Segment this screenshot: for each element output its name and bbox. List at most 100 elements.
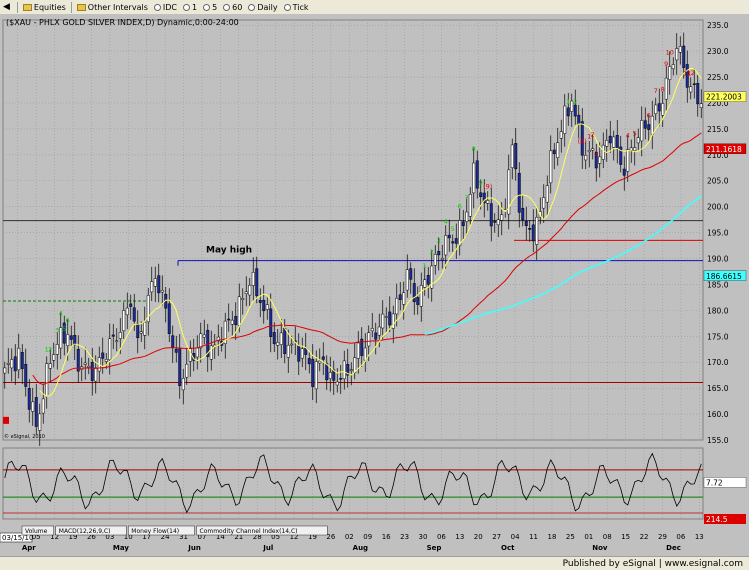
candle-body <box>395 297 399 315</box>
y-tick-label: 180.0 <box>707 306 729 315</box>
y-tick-label: 200.0 <box>707 203 729 212</box>
sequence-label: 5 <box>633 130 637 138</box>
candle-body <box>370 328 374 332</box>
start-date-label: 03/15/10 <box>2 534 33 542</box>
y-tick-label: 225.0 <box>707 73 729 82</box>
candle-body <box>24 363 28 387</box>
candle-body <box>269 308 273 337</box>
candle-body <box>381 313 385 329</box>
sequence-label: 7 <box>654 87 658 95</box>
candle-body <box>664 77 668 100</box>
candle-body <box>510 144 514 168</box>
candle-body <box>174 348 178 353</box>
interval-tick[interactable]: Tick <box>281 0 312 14</box>
x-month-label: Apr <box>22 544 36 552</box>
candle-body <box>178 347 182 387</box>
candle-body <box>647 124 651 130</box>
candle-body <box>283 328 287 354</box>
candle-body <box>640 120 644 142</box>
candle-body <box>675 48 679 61</box>
x-day-tick: 15 <box>621 533 630 541</box>
x-day-tick: 06 <box>437 533 446 541</box>
candle-body <box>528 228 532 230</box>
interval-daily[interactable]: Daily <box>245 0 280 14</box>
other-intervals-menu[interactable]: Other Intervals <box>74 0 151 14</box>
candle-body <box>3 367 7 374</box>
x-day-tick: 11 <box>529 533 538 541</box>
sequence-label: 2 <box>48 346 52 354</box>
y-tick-label: 215.0 <box>707 125 729 134</box>
symbol-arrow-icon[interactable]: ◀ <box>0 0 15 14</box>
sequence-label: (9) <box>578 137 587 145</box>
candle-body <box>31 401 35 412</box>
candle-body <box>643 120 647 129</box>
y-tick-label: 230.0 <box>707 47 729 56</box>
price-chart-svg[interactable]: 2905121926031017243107142128051219260209… <box>0 14 749 556</box>
candle-body <box>363 347 367 361</box>
x-day-tick: 18 <box>547 533 556 541</box>
candle-body <box>325 363 329 381</box>
price-panel <box>2 19 704 441</box>
candle-body <box>132 307 136 322</box>
candle-body <box>328 372 332 379</box>
interval-idc[interactable]: IDC <box>151 0 180 14</box>
y-tick-label: 165.0 <box>707 384 729 393</box>
candle-body <box>388 311 392 326</box>
candle-body <box>300 348 304 359</box>
candle-body <box>321 356 325 360</box>
candle-body <box>311 359 315 387</box>
candle-body <box>489 203 493 227</box>
equities-menu[interactable]: Equities <box>20 0 69 14</box>
candle-body <box>255 268 259 296</box>
candle-body <box>682 45 686 68</box>
sequence-label: 2 <box>591 131 595 139</box>
candle-body <box>689 86 693 93</box>
candle-body <box>535 217 539 245</box>
candle-body <box>339 378 343 380</box>
x-day-tick: 25 <box>566 533 575 541</box>
candle-body <box>584 154 588 161</box>
sequence-label: 10 <box>666 48 674 56</box>
candle-body <box>661 103 665 116</box>
x-day-tick: 23 <box>400 533 409 541</box>
x-day-tick: 06 <box>676 533 685 541</box>
chart-area[interactable]: 2905121926031017243107142128051219260209… <box>0 14 749 556</box>
candle-body <box>125 307 129 316</box>
sequence-label: 6 <box>66 316 70 324</box>
candle-body <box>636 137 640 144</box>
candle-body <box>279 332 283 345</box>
candle-body <box>472 162 476 194</box>
copyright-label: © eSignal, 2010 <box>4 433 45 440</box>
sequence-label: 3 <box>594 150 598 158</box>
candle-body <box>486 200 490 204</box>
x-day-tick: 01 <box>584 533 593 541</box>
x-month-label: Sep <box>427 544 442 552</box>
radio-icon <box>153 3 161 11</box>
candle-body <box>139 331 143 334</box>
x-month-label: Aug <box>353 544 368 552</box>
candle-body <box>678 46 682 53</box>
candle-body <box>87 365 91 368</box>
candle-body <box>608 135 612 144</box>
interval-5[interactable]: 5 <box>200 0 220 14</box>
sequence-label: 8 <box>661 85 665 93</box>
interval-60[interactable]: 60 <box>220 0 245 14</box>
candle-body <box>90 362 94 381</box>
folder-icon <box>22 3 32 11</box>
candle-body <box>598 156 602 164</box>
candle-body <box>465 211 469 222</box>
sequence-label: 2 <box>573 98 577 106</box>
candle-body <box>244 291 248 295</box>
candle-body <box>167 303 171 334</box>
candle-body <box>115 340 119 343</box>
candle-body <box>45 363 49 397</box>
interval-1[interactable]: 1 <box>180 0 200 14</box>
indicator-tabs: Volume MACD(12,26,9,C) Money Flow(14) Commo… <box>21 525 328 536</box>
radio-icon <box>182 3 190 11</box>
candle-body <box>514 143 518 170</box>
candle-body <box>290 343 294 346</box>
candle-body <box>52 354 56 361</box>
candle-body <box>377 326 381 336</box>
marker-box <box>3 416 9 424</box>
y-tick-label: 175.0 <box>707 332 729 341</box>
